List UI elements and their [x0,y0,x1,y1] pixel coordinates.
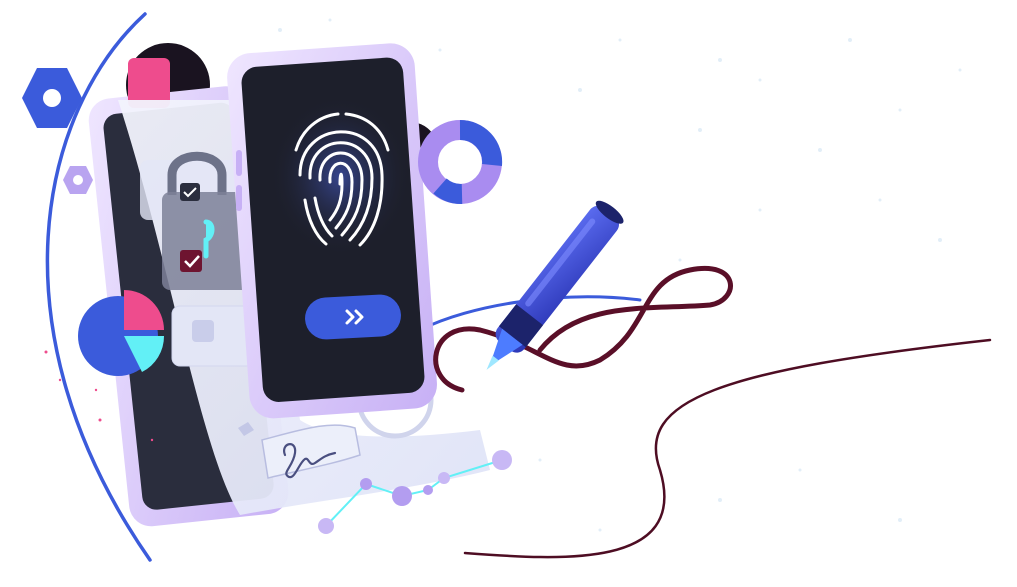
hex-nut-icon [63,166,93,194]
next-button[interactable] [304,294,402,341]
illustration-stage [0,0,1017,587]
checkbox-icon [192,320,214,342]
pen-ink-trail [433,265,733,393]
donut-chart-icon [418,119,503,204]
pie-chart-icon [78,290,165,376]
maroon-curve [463,338,992,559]
pen-icon [486,200,624,370]
biometric-security-illustration [22,12,992,562]
